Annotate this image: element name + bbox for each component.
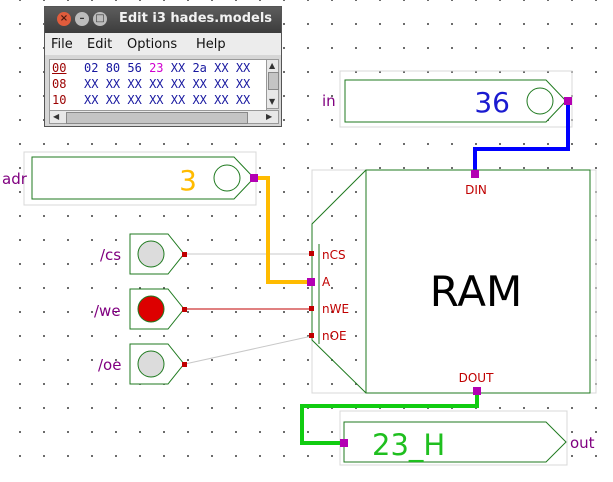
menu-edit[interactable]: Edit xyxy=(87,37,112,52)
memory-cell[interactable]: XX xyxy=(192,77,214,91)
window-title: Edit i3 hades.models xyxy=(119,11,273,26)
ram-title: RAM xyxy=(430,267,522,316)
memory-cell[interactable]: XX xyxy=(127,77,149,91)
memory-row-address: 10 xyxy=(52,93,67,107)
memory-cell[interactable]: 80 xyxy=(106,61,128,75)
memory-cell[interactable]: XX xyxy=(149,93,171,107)
pin-noe-port[interactable] xyxy=(309,333,314,338)
window-titlebar[interactable]: × – □ Edit i3 hades.models xyxy=(45,7,281,33)
pin-dout-port[interactable] xyxy=(473,387,481,395)
memory-row-address: 08 xyxy=(52,77,67,91)
oe-label: /oe xyxy=(98,356,121,374)
minimize-window-button[interactable]: – xyxy=(75,12,89,26)
memory-editor-window[interactable]: × – □ Edit i3 hades.models File Edit Opt… xyxy=(44,6,282,127)
memory-row-cells[interactable]: XX XX XX XX XX XX XX XX xyxy=(84,77,250,91)
pin-din-port[interactable] xyxy=(471,170,479,178)
menu-options[interactable]: Options xyxy=(127,37,177,52)
adr-port[interactable] xyxy=(250,174,258,182)
memory-cell[interactable]: XX xyxy=(171,61,193,75)
memory-hex-view[interactable]: 00 02 80 56 23 XX 2a XX XX 08 XX XX XX X… xyxy=(49,59,267,111)
cs-port[interactable] xyxy=(182,252,187,257)
pin-nwe-port[interactable] xyxy=(309,306,314,311)
pin-nwe-label: nWE xyxy=(322,302,349,316)
menu-bar: File Edit Options Help xyxy=(45,33,281,55)
memory-cell[interactable]: 02 xyxy=(84,61,106,75)
we-port[interactable] xyxy=(182,307,187,312)
pin-ncs-port[interactable] xyxy=(309,251,314,256)
memory-row-cells[interactable]: XX XX XX XX XX XX XX XX xyxy=(84,93,250,107)
memory-cell[interactable]: XX xyxy=(214,61,236,75)
vertical-scrollbar[interactable]: ▲ ▼ xyxy=(266,59,279,109)
memory-cell[interactable]: XX xyxy=(171,93,193,107)
adr-switch-knob[interactable] xyxy=(213,164,241,192)
in-port[interactable] xyxy=(564,97,572,105)
ram-component[interactable]: RAM DIN DOUT nCS A nWE nOE xyxy=(307,169,591,395)
memory-cell[interactable]: XX xyxy=(106,93,128,107)
out-value: 23_H xyxy=(372,428,445,462)
menu-help[interactable]: Help xyxy=(196,37,226,52)
pin-ncs-label: nCS xyxy=(322,248,346,262)
horizontal-scrollbar[interactable]: ◀ ▶ xyxy=(49,110,279,124)
in-value: 36 xyxy=(474,86,510,119)
memory-row-cells[interactable]: 02 80 56 23 XX 2a XX XX xyxy=(84,61,250,75)
adr-value: 3 xyxy=(179,164,197,197)
cs-label: /cs xyxy=(100,246,121,264)
memory-cell[interactable]: 2a xyxy=(192,61,214,75)
cs-led[interactable] xyxy=(137,240,165,268)
memory-cell[interactable]: XX xyxy=(171,77,193,91)
out-label: out xyxy=(570,434,595,452)
vertical-scroll-thumb[interactable] xyxy=(268,72,279,90)
memory-cell[interactable]: XX xyxy=(192,93,214,107)
pin-a-port[interactable] xyxy=(307,278,315,286)
in-label: in xyxy=(322,92,336,110)
scroll-left-icon[interactable]: ◀ xyxy=(53,112,59,122)
memory-cell[interactable]: XX xyxy=(214,93,236,107)
memory-cell[interactable]: XX xyxy=(84,77,106,91)
memory-cell[interactable]: XX xyxy=(236,61,250,75)
memory-cell[interactable]: XX xyxy=(127,93,149,107)
memory-cell[interactable]: XX xyxy=(149,77,171,91)
menu-file[interactable]: File xyxy=(51,37,73,52)
in-switch-knob[interactable] xyxy=(526,87,554,115)
close-window-button[interactable]: × xyxy=(57,12,71,26)
adr-to-a-wire[interactable] xyxy=(256,176,311,284)
out-port[interactable] xyxy=(340,439,348,447)
pin-a-label: A xyxy=(322,275,331,289)
horizontal-scroll-thumb[interactable] xyxy=(66,112,248,124)
pin-dout-label: DOUT xyxy=(459,371,494,385)
adr-label: adr xyxy=(2,170,28,188)
scroll-up-icon[interactable]: ▲ xyxy=(269,61,275,71)
scroll-down-icon[interactable]: ▼ xyxy=(269,97,275,107)
memory-cell[interactable]: XX xyxy=(236,93,250,107)
we-led[interactable] xyxy=(137,295,165,323)
memory-cell[interactable]: XX xyxy=(236,77,250,91)
memory-cell[interactable]: 56 xyxy=(127,61,149,75)
pin-noe-label: nOE xyxy=(322,329,347,343)
oe-led[interactable] xyxy=(137,350,165,378)
memory-row-address: 00 xyxy=(52,61,67,75)
oe-port[interactable] xyxy=(182,362,187,367)
pin-din-label: DIN xyxy=(465,183,487,197)
scroll-right-icon[interactable]: ▶ xyxy=(266,112,272,122)
oe-wire[interactable] xyxy=(184,335,313,365)
memory-cell[interactable]: XX xyxy=(84,93,106,107)
memory-cell[interactable]: 23 xyxy=(149,61,171,75)
maximize-window-button[interactable]: □ xyxy=(93,12,107,26)
memory-cell[interactable]: XX xyxy=(214,77,236,91)
we-label: /we xyxy=(94,302,121,320)
memory-cell[interactable]: XX xyxy=(106,77,128,91)
ram-side-bracket xyxy=(311,169,367,394)
